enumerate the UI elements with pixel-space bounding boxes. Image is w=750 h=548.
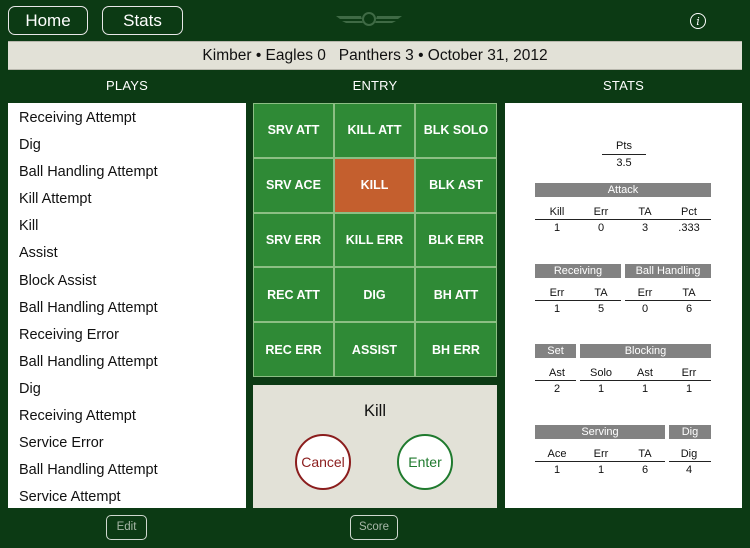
dig-header-0: Dig: [680, 448, 698, 460]
blocking-value-2: 1: [685, 383, 693, 395]
blocking-header-2: Err: [681, 367, 697, 379]
play-list-item[interactable]: Ball Handling Attempt: [8, 295, 246, 322]
attack-value-2: 3: [641, 222, 649, 234]
serving-value-1: 1: [597, 464, 605, 476]
receiving-title: Receiving: [535, 264, 621, 278]
serving-header-2: TA: [638, 448, 652, 460]
entry-button-bh-err[interactable]: BH ERR: [415, 322, 497, 377]
play-list-item[interactable]: Kill Attempt: [8, 186, 246, 213]
entry-button-kill-err[interactable]: KILL ERR: [334, 212, 415, 268]
entry-button-srv-att[interactable]: SRV ATT: [253, 103, 334, 158]
entry-button-assist[interactable]: ASSIST: [334, 322, 415, 377]
plays-list[interactable]: Receiving Attempt Dig Ball Handling Attemp…: [8, 103, 246, 508]
ball-handling-title: Ball Handling: [625, 264, 711, 278]
play-list-item[interactable]: Dig: [8, 132, 246, 159]
entry-header: ENTRY: [352, 78, 398, 93]
dig-value-0: 4: [685, 464, 693, 476]
wings-logo-icon: [336, 12, 402, 26]
play-list-item[interactable]: Dig: [8, 376, 246, 403]
play-list-item[interactable]: Service Error: [8, 430, 246, 457]
ball_handling-value-1: 6: [685, 303, 693, 315]
entry-button-blk-solo[interactable]: BLK SOLO: [415, 103, 497, 158]
receiving-value-0: 1: [553, 303, 561, 315]
selected-play-title: Kill: [363, 402, 386, 420]
pts-value: 3.5: [616, 157, 632, 169]
play-list-item[interactable]: Ball Handling Attempt: [8, 159, 246, 186]
entry-grid: SRV ATT KILL ATT BLK SOLO SRV ACE KILL BLK AS…: [253, 103, 497, 377]
entry-button-srv-err[interactable]: SRV ERR: [253, 212, 334, 268]
stats-header: STATS: [603, 78, 644, 93]
play-list-item[interactable]: Ball Handling Attempt: [8, 349, 246, 376]
blocking-header-0: Solo: [589, 367, 613, 379]
serving-value-2: 6: [641, 464, 649, 476]
entry-button-rec-err[interactable]: REC ERR: [253, 322, 334, 377]
play-list-item[interactable]: Receiving Attempt: [8, 403, 246, 430]
divider: [580, 380, 711, 381]
attack-header-1: Err: [593, 206, 609, 218]
blocking-title: Blocking: [580, 344, 711, 358]
play-list-item[interactable]: Ball Handling Attempt: [8, 457, 246, 484]
score-button[interactable]: Score: [350, 515, 398, 540]
serving-value-0: 1: [553, 464, 561, 476]
blocking-value-0: 1: [597, 383, 605, 395]
set-header-0: Ast: [549, 367, 565, 379]
info-icon[interactable]: i: [690, 13, 706, 29]
plays-header: PLAYS: [106, 78, 148, 93]
entry-button-kill-att[interactable]: KILL ATT: [334, 103, 415, 158]
confirm-panel: Kill Cancel Enter: [253, 385, 497, 508]
attack-header-3: Pct: [681, 206, 697, 218]
receiving-header-1: TA: [594, 287, 608, 299]
serving-title: Serving: [535, 425, 665, 439]
blocking-header-1: Ast: [637, 367, 653, 379]
serving-header-1: Err: [593, 448, 609, 460]
play-list-item[interactable]: Receiving Attempt: [8, 105, 246, 132]
divider: [535, 380, 576, 381]
attack-title: Attack: [535, 183, 711, 197]
divider: [535, 300, 621, 301]
play-list-item[interactable]: Block Assist: [8, 268, 246, 295]
attack-value-1: 0: [597, 222, 605, 234]
entry-button-rec-att[interactable]: REC ATT: [253, 267, 334, 323]
entry-button-bh-att[interactable]: BH ATT: [415, 267, 497, 323]
entry-button-kill[interactable]: KILL: [334, 157, 415, 213]
stats-panel: Pts 3.5 Attack Receiving Ball Handling S…: [505, 103, 742, 508]
divider: [669, 461, 711, 462]
entry-button-blk-err[interactable]: BLK ERR: [415, 212, 497, 268]
attack-header-2: TA: [638, 206, 652, 218]
home-button[interactable]: Home: [8, 6, 88, 35]
blocking-value-1: 1: [641, 383, 649, 395]
ball_handling-header-1: TA: [682, 287, 696, 299]
game-summary: Kimber • Eagles 0 Panthers 3 • October 3…: [8, 41, 742, 70]
ball_handling-value-0: 0: [641, 303, 649, 315]
entry-button-dig[interactable]: DIG: [334, 267, 415, 323]
receiving-value-1: 5: [597, 303, 605, 315]
entry-button-srv-ace[interactable]: SRV ACE: [253, 157, 334, 213]
attack-header-0: Kill: [549, 206, 565, 218]
cancel-button[interactable]: Cancel: [295, 434, 351, 490]
dig-title: Dig: [669, 425, 711, 439]
divider: [602, 154, 646, 155]
play-list-item[interactable]: Assist: [8, 240, 246, 267]
serving-header-0: Ace: [547, 448, 567, 460]
play-list-item[interactable]: Kill: [8, 213, 246, 240]
ball_handling-header-0: Err: [637, 287, 653, 299]
divider: [535, 461, 665, 462]
set-title: Set: [535, 344, 576, 358]
enter-button[interactable]: Enter: [397, 434, 453, 490]
receiving-header-0: Err: [549, 287, 565, 299]
stats-button[interactable]: Stats: [102, 6, 183, 35]
entry-button-blk-ast[interactable]: BLK AST: [415, 157, 497, 213]
divider: [535, 219, 711, 220]
attack-value-0: 1: [553, 222, 561, 234]
set-value-0: 2: [553, 383, 561, 395]
play-list-item[interactable]: Service Attempt: [8, 484, 246, 511]
play-list-item[interactable]: Receiving Error: [8, 322, 246, 349]
attack-value-3: .333: [678, 222, 700, 234]
edit-button[interactable]: Edit: [106, 515, 147, 540]
pts-label: Pts: [616, 140, 632, 152]
divider: [625, 300, 711, 301]
